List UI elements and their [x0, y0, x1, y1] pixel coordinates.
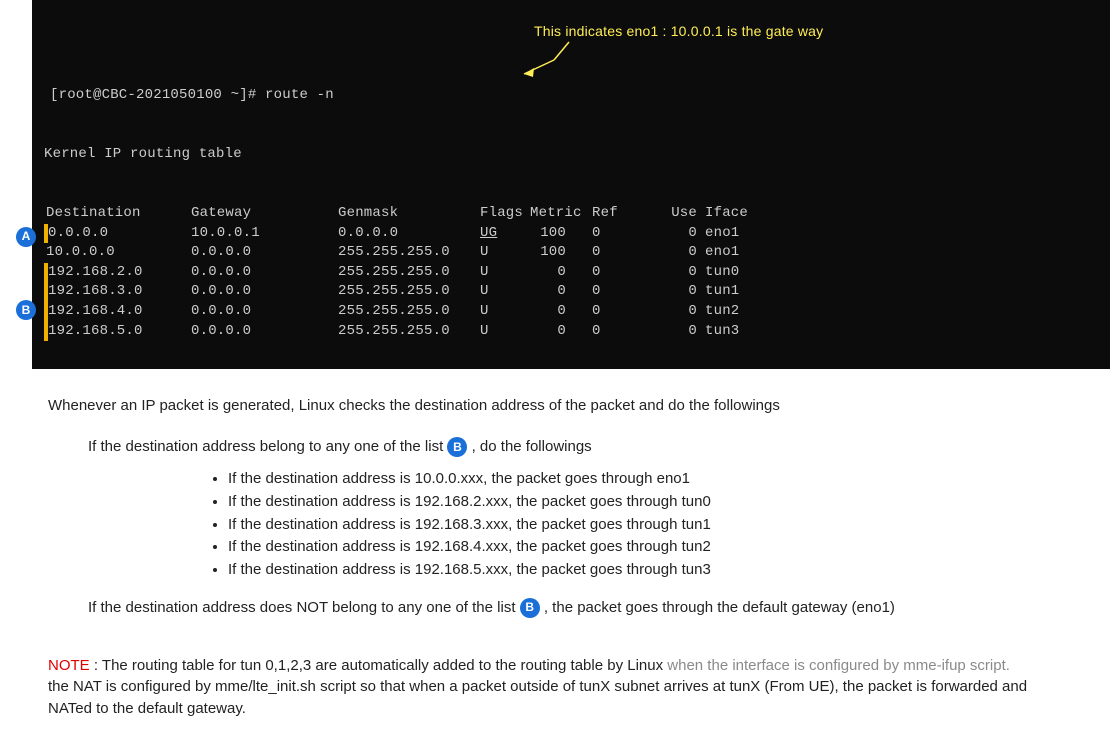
text-p3b: , the packet goes through the default ga…: [544, 599, 895, 616]
text-p2a: If the destination address belong to any…: [88, 438, 447, 455]
cell-ref: 0: [592, 302, 657, 322]
cell-dest: 0.0.0.0: [48, 225, 108, 241]
terminal-block: This indicates eno1 : 10.0.0.1 is the ga…: [32, 0, 1110, 369]
bullet-list: If the destination address is 10.0.0.xxx…: [48, 468, 1064, 581]
cell-flags: UG: [480, 225, 497, 241]
cell-use: 0: [657, 302, 697, 322]
cell-use: 0: [657, 243, 697, 263]
cell-iface: tun2: [697, 302, 1108, 322]
cell-iface: tun0: [697, 263, 1108, 283]
cell-ref: 0: [592, 243, 657, 263]
col-flags: Flags: [480, 204, 530, 224]
text-p3a: If the destination address does NOT belo…: [88, 599, 520, 616]
cell-genmask: 255.255.255.0: [338, 322, 480, 342]
list-item: If the destination address is 10.0.0.xxx…: [228, 468, 1064, 490]
col-iface: Iface: [697, 204, 1108, 224]
cell-metric: 100: [530, 224, 592, 244]
list-item: If the destination address is 192.168.5.…: [228, 559, 1064, 581]
cell-iface: eno1: [697, 243, 1108, 263]
col-gateway: Gateway: [191, 204, 338, 224]
col-dest: Destination: [46, 204, 191, 224]
cell-metric: 0: [530, 322, 592, 342]
cell-metric: 0: [530, 263, 592, 283]
table-row: A0.0.0.0 10.0.0.1 0.0.0.0 UG 100 0 0 eno…: [46, 224, 1108, 244]
col-metric: Metric: [530, 204, 592, 224]
table-row: 192.168.5.0 0.0.0.0 255.255.255.0 U 0 0 …: [46, 322, 1108, 342]
note2: the NAT is configured by mme/lte_init.sh…: [48, 676, 1064, 720]
paragraph-if-not-belongs: If the destination address does NOT belo…: [48, 597, 1064, 619]
cell-use: 0: [657, 263, 697, 283]
note-colon: :: [90, 657, 102, 674]
arrow-annotation: [504, 40, 574, 80]
cell-genmask: 255.255.255.0: [338, 282, 480, 302]
badge-a: A: [16, 227, 36, 247]
note1b: when the interface is configured by mme-…: [667, 657, 1010, 674]
paragraph-intro: Whenever an IP packet is generated, Linu…: [48, 395, 1064, 417]
table-row: 10.0.0.0 0.0.0.0 255.255.255.0 U 100 0 0…: [46, 243, 1108, 263]
table-row: B192.168.3.0 0.0.0.0 255.255.255.0 U 0 0…: [46, 282, 1108, 302]
cell-gateway: 0.0.0.0: [191, 302, 338, 322]
table-row: 192.168.2.0 0.0.0.0 255.255.255.0 U 0 0 …: [46, 263, 1108, 283]
cell-gateway: 0.0.0.0: [191, 282, 338, 302]
list-item: If the destination address is 192.168.2.…: [228, 491, 1064, 513]
note-block: NOTE : The routing table for tun 0,1,2,3…: [48, 655, 1064, 720]
cell-dest: 10.0.0.0: [46, 243, 191, 263]
badge-b-inline: B: [520, 598, 540, 618]
cell-metric: 0: [530, 282, 592, 302]
cell-flags: U: [480, 243, 530, 263]
note-label: NOTE: [48, 657, 90, 674]
cell-use: 0: [657, 224, 697, 244]
terminal-header: Kernel IP routing table: [44, 145, 1110, 165]
bullet-list-wrap: If the destination address is 10.0.0.xxx…: [48, 468, 1064, 581]
cell-flags: U: [480, 282, 530, 302]
text-p2b: , do the followings: [472, 438, 592, 455]
col-use: Use: [657, 204, 697, 224]
cell-metric: 0: [530, 302, 592, 322]
note1a: The routing table for tun 0,1,2,3 are au…: [102, 657, 667, 674]
col-ref: Ref: [592, 204, 657, 224]
cell-iface: tun3: [697, 322, 1108, 342]
cell-gateway: 10.0.0.1: [191, 224, 338, 244]
cell-flags: U: [480, 302, 530, 322]
cell-iface: eno1: [697, 224, 1108, 244]
cell-gateway: 0.0.0.0: [191, 263, 338, 283]
list-item: If the destination address is 192.168.4.…: [228, 536, 1064, 558]
list-item: If the destination address is 192.168.3.…: [228, 514, 1064, 536]
cell-use: 0: [657, 282, 697, 302]
cell-iface: tun1: [697, 282, 1108, 302]
cell-ref: 0: [592, 282, 657, 302]
cell-gateway: 0.0.0.0: [191, 243, 338, 263]
table-row: 192.168.4.0 0.0.0.0 255.255.255.0 U 0 0 …: [46, 302, 1108, 322]
cell-use: 0: [657, 322, 697, 342]
cell-ref: 0: [592, 263, 657, 283]
terminal-prompt: [root@CBC-2021050100 ~]# route -n: [44, 86, 1110, 106]
cell-ref: 0: [592, 322, 657, 342]
table-header: Destination Gateway Genmask Flags Metric…: [46, 204, 1108, 224]
cell-genmask: 255.255.255.0: [338, 302, 480, 322]
cell-flags: U: [480, 263, 530, 283]
cell-genmask: 255.255.255.0: [338, 243, 480, 263]
cell-dest: 192.168.4.0: [46, 302, 191, 322]
paragraph-if-belongs: If the destination address belong to any…: [48, 436, 1064, 458]
cell-dest: 192.168.2.0: [46, 263, 191, 283]
cell-dest: 192.168.5.0: [46, 322, 191, 342]
routing-table: Destination Gateway Genmask Flags Metric…: [44, 204, 1110, 341]
cell-gateway: 0.0.0.0: [191, 322, 338, 342]
cell-ref: 0: [592, 224, 657, 244]
annotation-gateway: This indicates eno1 : 10.0.0.1 is the ga…: [534, 22, 823, 42]
cell-flags: U: [480, 322, 530, 342]
cell-genmask: 0.0.0.0: [338, 224, 480, 244]
cell-dest: 192.168.3.0: [48, 283, 143, 299]
badge-b-inline: B: [447, 437, 467, 457]
body-content: Whenever an IP packet is generated, Linu…: [0, 369, 1112, 744]
cell-genmask: 255.255.255.0: [338, 263, 480, 283]
badge-b: B: [16, 300, 36, 320]
cell-metric: 100: [530, 243, 592, 263]
col-genmask: Genmask: [338, 204, 480, 224]
